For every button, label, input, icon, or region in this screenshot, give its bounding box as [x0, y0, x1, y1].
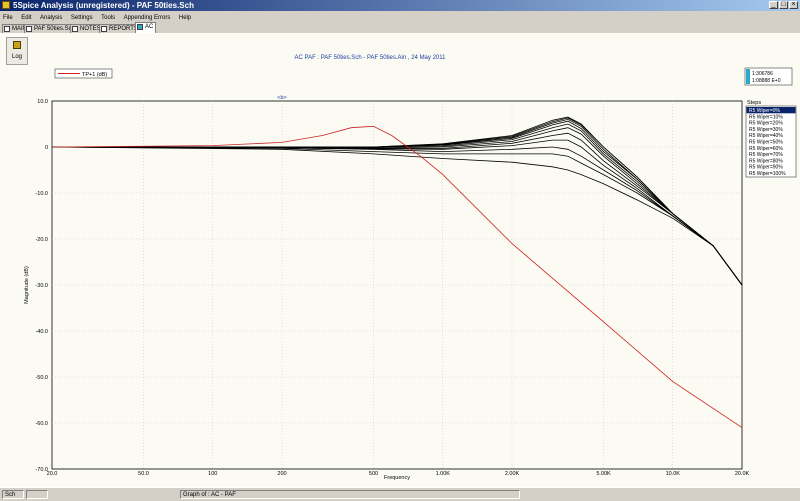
series-group	[51, 116, 743, 428]
step-item[interactable]: R5 Wiper=80%	[749, 158, 783, 164]
series-line-9	[52, 118, 743, 286]
status-sch-tab[interactable]: Sch	[2, 490, 24, 499]
y-tick-label: -60.0	[35, 421, 48, 427]
x-axis-label: Frequency	[384, 475, 410, 481]
y-tick-label: 10.0	[37, 99, 48, 105]
marker-label: <b>	[277, 95, 286, 101]
plot-area: TP+1 (dB) 1:306786 1:08888 E+0 <b> 10.0 0…	[0, 65, 800, 487]
close-icon[interactable]: ×	[789, 1, 798, 9]
status-bar: Sch Graph of : AC - PAF	[0, 487, 800, 501]
trace-legend[interactable]: TP+1 (dB)	[54, 68, 113, 79]
document-tabs: MAIN PAF 50ties.Sch NOTES REPORTS AC	[0, 22, 800, 33]
window-title: 5Spice Analysis (unregistered) - PAF 50t…	[13, 1, 194, 10]
step-item[interactable]: R5 Wiper=0%	[749, 108, 781, 114]
report-icon	[101, 26, 107, 32]
document-icon	[4, 26, 10, 32]
step-item[interactable]: R5 Wiper=90%	[749, 165, 783, 171]
x-tick-label: 5.00K	[596, 471, 611, 477]
y-tick-label: -20.0	[35, 237, 48, 243]
step-item[interactable]: R5 Wiper=30%	[749, 127, 783, 133]
minimize-icon[interactable]: _	[769, 1, 778, 9]
chart-title-text: AC PAF : PAF 50ties.Sch - PAF 50ties.Ain…	[294, 55, 446, 61]
step-item[interactable]: R5 Wiper=40%	[749, 133, 783, 139]
menu-bar: File Edit Analysis Settings Tools Append…	[0, 11, 800, 21]
ac-chart: TP+1 (dB) 1:306786 1:08888 E+0 <b> 10.0 0…	[24, 67, 797, 481]
cursor-2-readout: 1:08888 E+0	[752, 78, 781, 84]
series-line-1	[51, 146, 743, 286]
app-icon	[2, 1, 10, 9]
notes-icon	[72, 26, 78, 32]
trace-legend-label: TP+1 (dB)	[82, 72, 107, 78]
x-tick-label: 20.0	[47, 471, 58, 477]
schematic-icon	[26, 26, 32, 32]
steps-header: Steps	[747, 100, 761, 106]
title-bar: 5Spice Analysis (unregistered) - PAF 50t…	[0, 0, 800, 11]
series-line-5	[51, 132, 743, 286]
series-line-0	[51, 125, 743, 428]
x-tick-label: 1.00K	[436, 471, 451, 477]
series-line-2	[51, 146, 743, 286]
x-tick-label: 200	[277, 471, 286, 477]
series-line-4	[51, 139, 743, 286]
series-line-10	[52, 117, 743, 286]
step-item[interactable]: R5 Wiper=50%	[749, 140, 783, 146]
y-tick-labels: 10.00-10.0-20.0-30.0-40.0-50.0-60.0-70.0	[35, 99, 48, 473]
series-line-6	[52, 127, 743, 286]
tab-notes-label: NOTES	[80, 26, 101, 32]
step-item[interactable]: R5 Wiper=20%	[749, 121, 783, 127]
x-tick-label: 10.0K	[666, 471, 681, 477]
tab-reports-label: REPORTS	[109, 26, 138, 32]
cursor-1-readout: 1:306786	[752, 71, 773, 77]
x-tick-label: 20.0K	[735, 471, 750, 477]
x-tick-label: 100	[208, 471, 217, 477]
maximize-icon[interactable]: □	[779, 1, 788, 9]
status-graph: Graph of : AC - PAF	[180, 490, 520, 499]
y-tick-label: 0	[45, 145, 48, 151]
y-axis-label: Magnitude (dB)	[24, 266, 30, 304]
x-tick-label: 50.0	[138, 471, 149, 477]
tab-schematic-label: PAF 50ties.Sch	[34, 26, 75, 32]
tab-ac[interactable]: AC	[135, 22, 157, 33]
grid	[52, 101, 742, 469]
y-tick-label: -30.0	[35, 283, 48, 289]
step-item[interactable]: R5 Wiper=100%	[749, 171, 786, 177]
x-tick-label: 500	[369, 471, 378, 477]
graph-icon	[137, 24, 143, 30]
step-item[interactable]: R5 Wiper=10%	[749, 114, 783, 120]
lock-icon	[13, 41, 21, 49]
step-item[interactable]: R5 Wiper=60%	[749, 146, 783, 152]
cursor-swatch	[746, 69, 750, 84]
series-line-3	[51, 146, 743, 286]
tab-ac-label: AC	[145, 24, 154, 30]
x-tick-label: 2.00K	[505, 471, 520, 477]
steps-panel[interactable]: Steps R5 Wiper=0%R5 Wiper=10%R5 Wiper=20…	[745, 100, 797, 178]
y-tick-label: -50.0	[35, 375, 48, 381]
y-tick-label: -10.0	[35, 191, 48, 197]
chart-title-holder: AC PAF : PAF 50ties.Sch - PAF 50ties.Ain…	[0, 55, 740, 61]
y-tick-label: -40.0	[35, 329, 48, 335]
step-item[interactable]: R5 Wiper=70%	[749, 152, 783, 158]
status-panel-2	[26, 490, 48, 499]
cursor-readout[interactable]: 1:306786 1:08888 E+0	[744, 67, 793, 86]
